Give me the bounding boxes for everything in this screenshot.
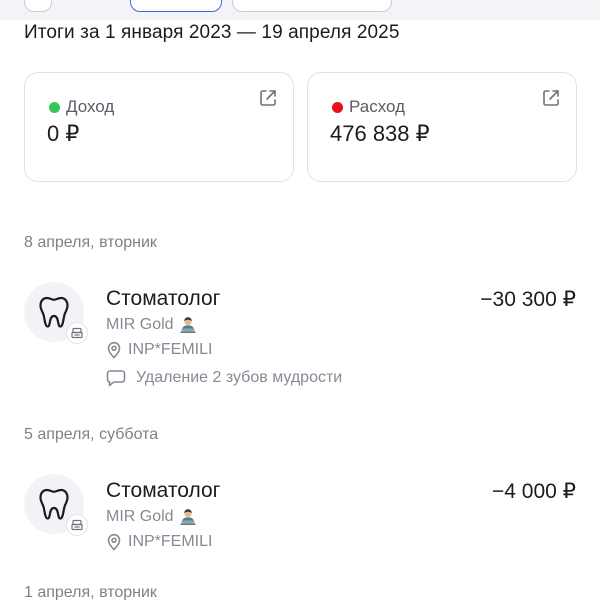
external-link-icon[interactable] bbox=[257, 87, 279, 109]
transaction-card: MIR Gold bbox=[106, 316, 203, 334]
income-dot bbox=[49, 101, 60, 113]
expense-card[interactable]: Расход 476 838 ₽ bbox=[307, 72, 577, 182]
card-badge bbox=[66, 514, 88, 536]
merchant-name: INP*FEMILI bbox=[128, 341, 213, 358]
card-badge bbox=[66, 322, 88, 344]
period-option-selected[interactable] bbox=[130, 0, 222, 12]
income-amount: 0 ₽ bbox=[47, 121, 80, 146]
expense-label-text: Расход bbox=[349, 97, 406, 116]
summary-title: Итоги за 1 января 2023 — 19 апреля 2025 bbox=[24, 22, 400, 43]
income-label: Доход bbox=[49, 97, 114, 117]
location-pin-icon bbox=[107, 341, 121, 359]
tooth-icon bbox=[39, 488, 69, 520]
register-icon bbox=[71, 519, 83, 531]
transaction-title: Стоматолог bbox=[106, 287, 221, 310]
income-label-text: Доход bbox=[66, 97, 115, 116]
person-at-laptop-icon bbox=[180, 317, 196, 333]
card-name: MIR Gold bbox=[106, 316, 174, 333]
location-pin-icon bbox=[107, 533, 121, 551]
transaction-title: Стоматолог bbox=[106, 479, 221, 502]
date-header: 8 апреля, вторник bbox=[24, 234, 157, 251]
external-link-icon[interactable] bbox=[540, 87, 562, 109]
register-icon bbox=[71, 327, 83, 339]
period-selector bbox=[0, 0, 600, 20]
card-name: MIR Gold bbox=[106, 508, 174, 525]
transaction-card: MIR Gold bbox=[106, 508, 203, 526]
comment-icon bbox=[106, 370, 126, 387]
expense-amount: 476 838 ₽ bbox=[330, 121, 430, 146]
period-option[interactable] bbox=[24, 0, 52, 12]
transaction-comment: Удаление 2 зубов мудрости bbox=[106, 369, 342, 387]
period-option[interactable] bbox=[232, 0, 392, 12]
expense-label: Расход bbox=[332, 97, 405, 117]
comment-text: Удаление 2 зубов мудрости bbox=[136, 369, 343, 386]
date-header: 1 апреля, вторник bbox=[24, 584, 157, 600]
transaction-merchant: INP*FEMILI bbox=[106, 533, 212, 551]
transaction-amount: −4 000 ₽ bbox=[491, 480, 576, 503]
tooth-icon bbox=[39, 296, 69, 328]
income-card[interactable]: Доход 0 ₽ bbox=[24, 72, 294, 182]
merchant-name: INP*FEMILI bbox=[128, 533, 213, 550]
person-at-laptop-icon bbox=[180, 509, 196, 525]
expense-dot bbox=[332, 101, 343, 113]
transaction-merchant: INP*FEMILI bbox=[106, 341, 212, 359]
transaction-amount: −30 300 ₽ bbox=[480, 288, 576, 311]
date-header: 5 апреля, суббота bbox=[24, 426, 159, 443]
